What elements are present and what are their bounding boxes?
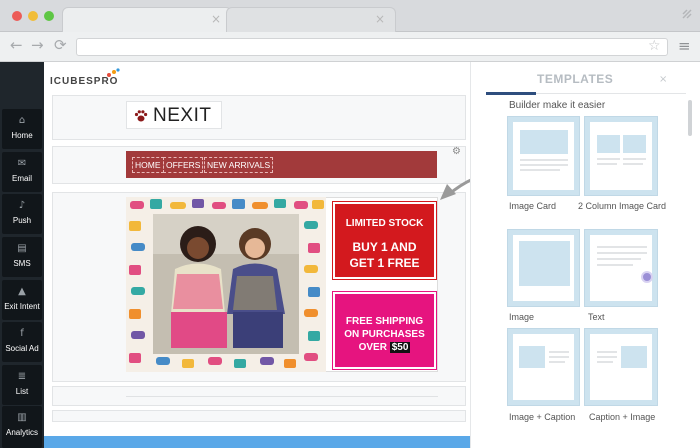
nexit-logo-block[interactable]: NEXIT <box>126 101 222 129</box>
sidebar-item-email[interactable]: ✉ Email <box>2 152 42 192</box>
template-label: 2 Column Image Card <box>578 201 667 211</box>
address-bar[interactable] <box>76 38 668 56</box>
promo-text-line: BUY 1 AND <box>352 240 417 254</box>
nav-bar[interactable]: HOME OFFERS NEW ARRIVALS <box>126 151 437 178</box>
empty-section[interactable] <box>52 410 466 422</box>
panel-title: TEMPLATES <box>537 72 614 86</box>
promo-text-line: ON PURCHASES <box>344 329 425 340</box>
paw-icon <box>134 110 148 122</box>
sidebar-item-label: Home <box>11 131 33 140</box>
divider <box>126 396 438 400</box>
panel-subtitle: Builder make it easier <box>509 100 606 111</box>
menu-icon[interactable]: ≡ <box>678 37 691 55</box>
template-label: Text <box>588 312 605 322</box>
panel-accent-line <box>486 92 536 95</box>
close-icon[interactable]: × <box>659 74 667 85</box>
sidebar-item-home[interactable]: ⌂ Home <box>2 109 42 149</box>
tab-close-icon[interactable]: × <box>375 12 385 26</box>
nav-link-offers[interactable]: OFFERS <box>163 157 204 173</box>
nav-link-new-arrivals[interactable]: NEW ARRIVALS <box>204 157 274 173</box>
settings-gear-icon[interactable]: ⚙ <box>452 146 466 160</box>
message-icon: ▤ <box>17 243 27 254</box>
tab-close-icon[interactable]: × <box>211 12 221 26</box>
list-icon: ≣ <box>17 371 27 382</box>
sidebar-item-exit-intent[interactable]: ▲ Exit Intent <box>2 280 42 320</box>
resize-icon[interactable] <box>680 7 694 21</box>
sidebar-item-label: List <box>15 387 29 396</box>
promo-text-line: OVER <box>358 342 387 353</box>
sidebar-item-label: Email <box>11 174 32 183</box>
nexit-logo-text: NEXIT <box>153 105 212 126</box>
sidebar-item-label: Analytics <box>5 428 38 437</box>
sidebar-item-list[interactable]: ≣ List <box>2 365 42 405</box>
template-label: Image + Caption <box>509 412 576 422</box>
template-label: Image Card <box>509 201 557 211</box>
promo-text-line: GET 1 FREE <box>349 256 420 270</box>
warning-icon: ▲ <box>18 286 26 297</box>
sidebar-item-analytics[interactable]: ▥ Analytics <box>2 406 42 448</box>
bell-icon: ♪ <box>18 200 26 211</box>
sidebar-item-label: Push <box>12 216 32 225</box>
chart-icon: ▥ <box>17 412 27 423</box>
browser-tab-active[interactable]: × <box>62 7 232 32</box>
reload-icon[interactable]: ⟳ <box>54 36 67 54</box>
sidebar-item-push[interactable]: ♪ Push <box>2 194 42 234</box>
back-icon[interactable]: ← <box>10 36 23 54</box>
price-badge: $50 <box>389 342 411 353</box>
nav-link-home[interactable]: HOME <box>132 157 164 173</box>
forward-icon[interactable]: → <box>31 36 44 54</box>
sidebar-item-sms[interactable]: ▤ SMS <box>2 237 42 277</box>
template-image[interactable] <box>507 229 580 307</box>
panel-scrollbar[interactable] <box>688 100 692 136</box>
promo-limited-stock[interactable]: LIMITED STOCK BUY 1 AND GET 1 FREE <box>332 201 437 280</box>
kids-photo-image <box>153 214 299 354</box>
sidebar-item-label: Exit Intent <box>4 302 40 311</box>
promo-free-shipping[interactable]: FREE SHIPPING ON PURCHASES OVER $50 <box>332 291 437 370</box>
home-icon: ⌂ <box>18 115 26 126</box>
promo-text-line: LIMITED STOCK <box>345 218 424 229</box>
bottom-bar <box>44 436 470 448</box>
promo-text-line: FREE SHIPPING <box>345 316 424 327</box>
envelope-icon: ✉ <box>17 158 27 169</box>
template-image-caption[interactable] <box>507 328 580 406</box>
sidebar-item-label: Social Ad <box>5 344 39 353</box>
template-2-column-image-card[interactable] <box>584 116 658 196</box>
template-label: Image <box>509 312 535 322</box>
sidebar-item-label: SMS <box>13 259 31 268</box>
template-image-card[interactable] <box>507 116 580 196</box>
close-window-dot[interactable] <box>12 11 22 21</box>
maximize-window-dot[interactable] <box>44 11 54 21</box>
template-caption-image[interactable] <box>584 328 658 406</box>
template-text[interactable] <box>584 229 658 307</box>
facebook-icon: f <box>20 328 24 339</box>
drag-handle-icon[interactable] <box>641 271 653 283</box>
template-label: Caption + Image <box>589 412 656 422</box>
bookmark-star-icon[interactable]: ☆ <box>648 38 661 54</box>
sidebar-item-social-ad[interactable]: f Social Ad <box>2 322 42 362</box>
logo-dots-icon <box>107 68 120 77</box>
header-section[interactable] <box>52 95 466 140</box>
minimize-window-dot[interactable] <box>28 11 38 21</box>
browser-tab[interactable]: × <box>226 7 396 32</box>
